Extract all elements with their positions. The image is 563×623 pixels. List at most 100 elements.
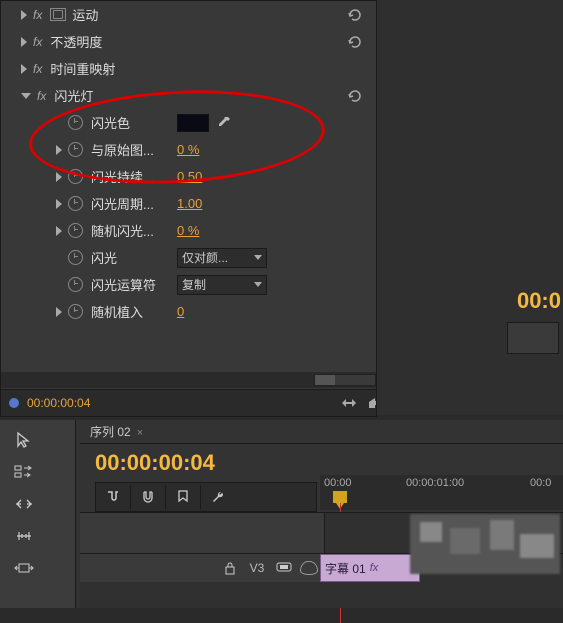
playhead-marker-icon[interactable] bbox=[333, 491, 347, 503]
h-scrollbar[interactable] bbox=[1, 372, 377, 388]
stopwatch-icon[interactable] bbox=[68, 169, 83, 184]
prop-label: 闪光 bbox=[91, 248, 171, 267]
effect-label: 不透明度 bbox=[50, 32, 130, 51]
prop-flash-mode[interactable]: 闪光 仅对颜... bbox=[1, 244, 376, 271]
expand-icon[interactable] bbox=[56, 226, 62, 236]
selection-tool-icon[interactable] bbox=[10, 428, 38, 452]
stopwatch-icon[interactable] bbox=[68, 142, 83, 157]
stopwatch-icon[interactable] bbox=[68, 304, 83, 319]
collapse-icon[interactable] bbox=[21, 93, 31, 99]
prop-flash-operator[interactable]: 闪光运算符 复制 bbox=[1, 271, 376, 298]
prop-label: 随机闪光... bbox=[91, 221, 171, 240]
stopwatch-icon[interactable] bbox=[68, 196, 83, 211]
stopwatch-icon[interactable] bbox=[68, 223, 83, 238]
close-tab-icon[interactable]: × bbox=[137, 427, 143, 439]
expand-icon[interactable] bbox=[56, 172, 62, 182]
prop-random-seed[interactable]: 随机植入 0 bbox=[1, 298, 376, 325]
preview-timecode: 00:0 bbox=[517, 288, 561, 314]
prop-value[interactable]: 0 % bbox=[177, 142, 199, 157]
lock-icon[interactable] bbox=[224, 561, 238, 575]
timeline-timecode[interactable]: 00:00:00:04 bbox=[95, 450, 215, 476]
effect-label: 运动 bbox=[72, 5, 152, 24]
slip-tool-icon[interactable] bbox=[10, 556, 38, 580]
track-head-empty bbox=[80, 513, 325, 553]
prop-label: 闪光持续... bbox=[91, 167, 171, 186]
fx-badge: fx bbox=[33, 62, 42, 76]
record-dot-icon[interactable] bbox=[9, 398, 19, 408]
prop-random-flash[interactable]: 随机闪光... 0 % bbox=[1, 217, 376, 244]
prop-flash-duration[interactable]: 闪光持续... 0.50 bbox=[1, 163, 376, 190]
eye-icon[interactable] bbox=[300, 561, 318, 575]
stopwatch-icon[interactable] bbox=[68, 115, 83, 130]
clip-subtitle[interactable]: 字幕 01 fx bbox=[320, 554, 420, 582]
prop-value[interactable]: 0 % bbox=[177, 223, 199, 238]
prop-flash-color[interactable]: 闪光色 bbox=[1, 109, 376, 136]
prop-label: 闪光运算符 bbox=[91, 275, 171, 294]
prop-flash-period[interactable]: 闪光周期... 1.00 bbox=[1, 190, 376, 217]
chevron-down-icon bbox=[254, 282, 262, 287]
reset-icon[interactable] bbox=[346, 34, 364, 50]
magnet-button[interactable] bbox=[131, 485, 166, 509]
timeline-toolbar bbox=[95, 482, 317, 512]
color-swatch[interactable] bbox=[177, 114, 209, 132]
dropdown-flash-mode[interactable]: 仅对颜... bbox=[177, 248, 267, 268]
zoom-icon[interactable] bbox=[340, 395, 358, 411]
timeline-ruler[interactable]: 00:00 00:00:01:00 00:0 bbox=[320, 475, 563, 510]
rate-stretch-tool-icon[interactable] bbox=[10, 524, 38, 548]
stopwatch-icon[interactable] bbox=[68, 277, 83, 292]
marker-button[interactable] bbox=[166, 485, 201, 509]
expand-icon[interactable] bbox=[21, 37, 27, 47]
chevron-down-icon bbox=[254, 255, 262, 260]
fx-box-icon bbox=[50, 8, 66, 21]
expand-icon[interactable] bbox=[56, 199, 62, 209]
expand-icon[interactable] bbox=[21, 10, 27, 20]
effect-motion[interactable]: fx 运动 bbox=[1, 1, 376, 28]
share-icon[interactable] bbox=[366, 395, 377, 411]
preview-strip: 00:0 bbox=[377, 0, 563, 415]
effect-strobe[interactable]: fx 闪光灯 bbox=[1, 82, 376, 109]
tab-label: 序列 02 bbox=[90, 425, 131, 439]
ruler-tick: 00:00 bbox=[324, 477, 352, 489]
expand-icon[interactable] bbox=[21, 64, 27, 74]
wrench-button[interactable] bbox=[201, 485, 235, 509]
scroll-track[interactable] bbox=[314, 374, 376, 386]
expand-icon[interactable] bbox=[56, 307, 62, 317]
effect-label: 闪光灯 bbox=[54, 86, 134, 105]
prop-label: 随机植入 bbox=[91, 302, 171, 321]
track-header[interactable]: V3 bbox=[80, 554, 325, 582]
timeline-panel: 序列 02 × 00:00:00:04 00:00 00:00:01:00 00:… bbox=[0, 420, 563, 608]
dropdown-flash-operator[interactable]: 复制 bbox=[177, 275, 267, 295]
prop-value[interactable]: 1.00 bbox=[177, 196, 202, 211]
reset-icon[interactable] bbox=[346, 7, 364, 23]
prop-label: 与原始图... bbox=[91, 140, 171, 159]
sequence-tab[interactable]: 序列 02 × bbox=[90, 423, 143, 440]
prop-blend-original[interactable]: 与原始图... 0 % bbox=[1, 136, 376, 163]
ruler-tick: 00:0 bbox=[530, 477, 551, 489]
tool-column bbox=[0, 420, 76, 608]
dropdown-value: 复制 bbox=[182, 276, 206, 293]
timecode-small[interactable]: 00:00:00:04 bbox=[27, 396, 90, 410]
prop-value[interactable]: 0 bbox=[177, 304, 184, 319]
toggle-output-icon[interactable] bbox=[276, 560, 292, 577]
ripple-tool-icon[interactable] bbox=[10, 492, 38, 516]
stopwatch-icon[interactable] bbox=[68, 250, 83, 265]
prop-value[interactable]: 0.50 bbox=[177, 169, 202, 184]
effect-label: 时间重映射 bbox=[50, 59, 130, 78]
timeline-tabbar: 序列 02 × bbox=[80, 420, 563, 444]
effect-opacity[interactable]: fx 不透明度 bbox=[1, 28, 376, 55]
effect-timeremap[interactable]: fx 时间重映射 bbox=[1, 55, 376, 82]
clip-fx-badge: fx bbox=[370, 562, 379, 574]
effects-footer: 00:00:00:04 bbox=[1, 389, 377, 416]
track-select-tool-icon[interactable] bbox=[10, 460, 38, 484]
fx-badge: fx bbox=[37, 89, 46, 103]
eyedropper-icon[interactable] bbox=[217, 116, 231, 130]
clip-title: 字幕 01 bbox=[325, 560, 366, 577]
track-label: V3 bbox=[246, 561, 268, 575]
snap-button[interactable] bbox=[96, 485, 131, 509]
scroll-thumb[interactable] bbox=[315, 375, 335, 385]
prop-label: 闪光色 bbox=[91, 113, 171, 132]
effects-panel: fx 运动 fx 不透明度 fx 时间重映射 fx 闪光灯 闪光色 与原始图..… bbox=[0, 0, 377, 417]
fx-badge: fx bbox=[33, 35, 42, 49]
expand-icon[interactable] bbox=[56, 145, 62, 155]
reset-icon[interactable] bbox=[346, 88, 364, 104]
